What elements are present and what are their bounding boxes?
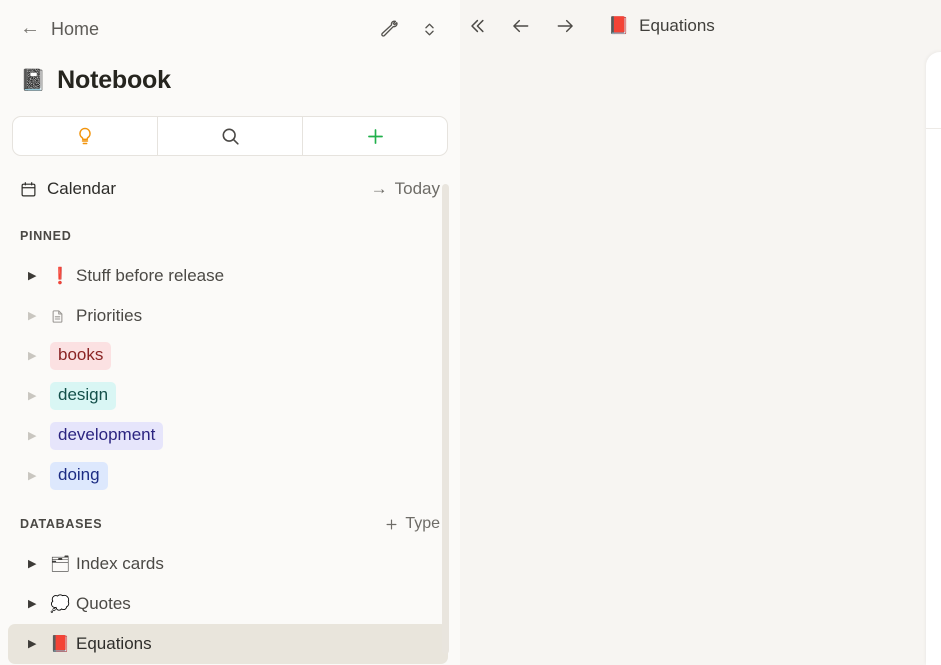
sidebar-topbar: ← Home (0, 0, 460, 58)
chevron-right-icon[interactable]: ▶ (28, 558, 44, 570)
view-tabs: Dashboard All (926, 128, 941, 178)
pinned-item-design[interactable]: ▶ design (8, 376, 448, 416)
right-panel: 📕 Equations 📕 Equations Dashboard All T … (460, 0, 941, 665)
red-book-icon: 📕 (50, 636, 70, 653)
chevron-right-icon[interactable]: ▶ (28, 310, 44, 322)
app-window: ← Home 📓 Notebook Calendar → Today PINNE… (0, 0, 941, 665)
chevron-right-icon[interactable]: ▶ (28, 390, 44, 402)
chevron-right-icon[interactable]: ▶ (28, 470, 44, 482)
today-button[interactable]: → Today (371, 179, 440, 199)
calendar-label: Calendar (47, 179, 116, 198)
sidebar-item-equations[interactable]: ▶ 📕 Equations (8, 624, 448, 664)
chevron-up-down-icon[interactable] (421, 20, 438, 39)
calendar-row: Calendar → Today (0, 170, 460, 208)
ideas-tab-button[interactable] (13, 117, 158, 155)
chevrons-left-icon[interactable] (466, 16, 488, 36)
lightbulb-icon (79, 127, 91, 145)
add-tab-button[interactable] (303, 117, 447, 155)
tag-pill-books: books (50, 342, 112, 370)
pinned-section-header: PINNED (0, 216, 460, 256)
sidebar-item-label: Index cards (76, 554, 164, 573)
speech-balloon-icon: 💭 (50, 596, 70, 613)
chevron-right-icon[interactable]: ▶ (28, 430, 44, 442)
chevron-right-icon[interactable]: ▶ (28, 270, 44, 282)
wrench-icon[interactable] (380, 20, 399, 39)
pinned-item-books[interactable]: ▶ books (8, 336, 448, 376)
breadcrumb[interactable]: 📕 Equations (608, 16, 715, 36)
pinned-item-doing[interactable]: ▶ doing (8, 456, 448, 496)
sidebar-topbar-actions (380, 20, 438, 39)
databases-section-title: DATABASES (20, 517, 103, 531)
databases-list: ▶ 🗂 Index cards ▶ 💭 Quotes ▶ 📕 Equations (0, 544, 460, 664)
sidebar-item-label: Equations (76, 634, 152, 653)
right-panel-topbar: 📕 Equations (460, 0, 941, 52)
plus-icon (367, 128, 383, 144)
sidebar-item-label: Quotes (76, 594, 131, 613)
exclamation-icon: ❗ (50, 268, 70, 285)
notebook-title-row: 📓 Notebook (0, 58, 460, 100)
plus-icon (386, 519, 397, 529)
pinned-item-label: Priorities (76, 306, 143, 325)
add-type-label: Type (405, 515, 440, 532)
page-title: Notebook (57, 65, 171, 94)
chevron-right-icon[interactable]: ▶ (28, 350, 44, 362)
add-type-button[interactable]: Type (384, 515, 440, 533)
card-title-row: 📕 Equations (926, 52, 941, 128)
sidebar: ← Home 📓 Notebook Calendar → Today PINNE… (0, 0, 460, 665)
today-label: Today (394, 179, 440, 198)
arrow-left-icon: ← (20, 17, 40, 39)
sidebar-scroll-area: Calendar → Today PINNED ▶ ❗ Stuff before… (0, 170, 460, 665)
pinned-item-priorities[interactable]: ▶ Priorities (8, 296, 448, 336)
pinned-item-label: Stuff before release (76, 266, 225, 285)
back-to-home-button[interactable]: ← Home (20, 17, 100, 40)
notebook-icon: 📓 (20, 68, 47, 92)
databases-section-header: DATABASES Type (0, 504, 460, 544)
card-index-icon: 🗂 (50, 556, 71, 573)
chevron-right-icon[interactable]: ▶ (28, 598, 44, 610)
chevron-right-icon[interactable]: ▶ (28, 638, 44, 650)
sidebar-item-index-cards[interactable]: ▶ 🗂 Index cards (8, 544, 448, 584)
search-tab-button[interactable] (158, 117, 303, 155)
back-button[interactable] (510, 16, 532, 36)
arrow-right-icon: → (370, 179, 388, 198)
tag-pill-design: design (50, 382, 117, 410)
calendar-icon (21, 181, 36, 196)
tag-pill-development: development (50, 422, 164, 450)
pinned-item-stuff-before-release[interactable]: ▶ ❗ Stuff before release (8, 256, 448, 296)
database-card: 📕 Equations Dashboard All T Title 1 (926, 52, 941, 665)
breadcrumb-label: Equations (639, 16, 715, 35)
red-book-icon: 📕 (608, 16, 630, 35)
sidebar-scrollbar[interactable] (442, 184, 449, 654)
sidebar-segmented-control (12, 116, 448, 156)
pinned-section-title: PINNED (20, 229, 72, 243)
back-label: Home (51, 18, 100, 39)
pinned-item-development[interactable]: ▶ development (8, 416, 448, 456)
document-icon (50, 308, 76, 325)
sidebar-item-quotes[interactable]: ▶ 💭 Quotes (8, 584, 448, 624)
calendar-button[interactable]: Calendar (20, 179, 116, 199)
search-icon (222, 128, 239, 145)
forward-button[interactable] (554, 16, 576, 36)
tag-pill-doing: doing (50, 462, 108, 490)
pinned-list: ▶ ❗ Stuff before release ▶ Priorities ▶ … (0, 256, 460, 496)
